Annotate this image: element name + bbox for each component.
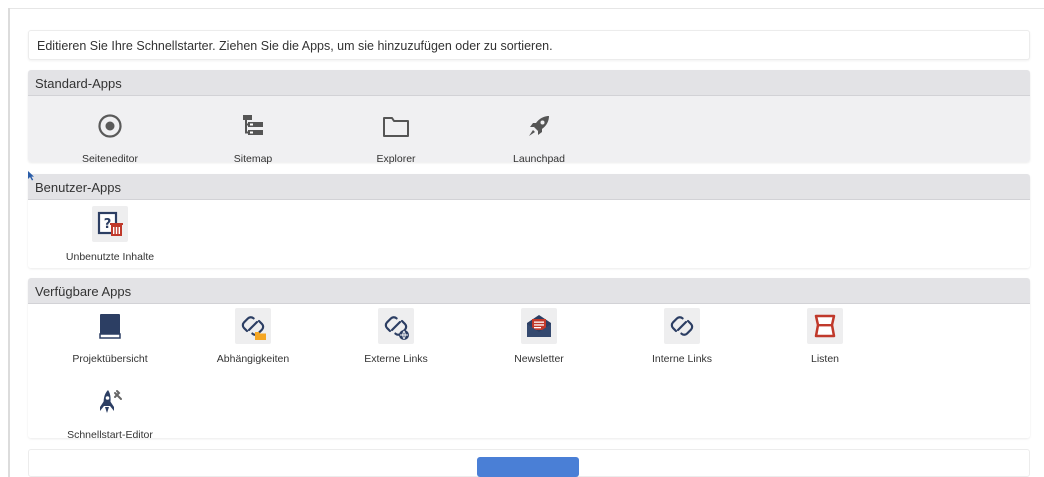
app-label: Sitemap	[233, 153, 273, 165]
app-externe-links[interactable]: Externe Links	[326, 308, 466, 365]
panel-top-border	[8, 8, 1044, 9]
newsletter-icon	[521, 308, 557, 344]
standard-apps-header: Standard-Apps	[28, 70, 1030, 96]
book-icon	[92, 308, 128, 344]
mouse-cursor-icon	[28, 168, 36, 186]
app-label: Newsletter	[514, 353, 564, 365]
user-apps-list: ? Unbenutzte Inhalte	[28, 200, 1030, 268]
rocket-tools-icon	[92, 384, 128, 420]
app-label: Interne Links	[651, 353, 713, 365]
folder-icon	[378, 108, 414, 144]
app-label: Explorer	[376, 153, 416, 165]
app-launchpad[interactable]: Launchpad	[469, 108, 609, 165]
app-label: Launchpad	[513, 153, 565, 165]
link-folder-icon	[235, 308, 271, 344]
link-globe-icon	[378, 308, 414, 344]
app-sitemap[interactable]: Sitemap	[183, 108, 323, 165]
quickstart-editor-panel: Editieren Sie Ihre Schnellstarter. Ziehe…	[0, 0, 1044, 477]
panel-left-border	[8, 8, 10, 477]
app-interne-links[interactable]: Interne Links	[612, 308, 752, 365]
app-listen[interactable]: Listen	[755, 308, 895, 365]
target-icon	[92, 108, 128, 144]
user-apps-section: Benutzer-Apps ? Unbenutzte Inhalte	[28, 174, 1030, 268]
app-label: Unbenutzte Inhalte	[65, 251, 155, 263]
available-apps-section: Verfügbare Apps Projektübersicht Abhängi…	[28, 278, 1030, 441]
user-apps-header: Benutzer-Apps	[28, 174, 1030, 200]
standard-apps-section: Standard-Apps Seiteneditor Sitemap Explo…	[28, 70, 1030, 165]
app-explorer[interactable]: Explorer	[326, 108, 466, 165]
app-label: Seiteneditor	[81, 153, 139, 165]
sitemap-icon	[235, 108, 271, 144]
app-abhaengigkeiten[interactable]: Abhängigkeiten	[183, 308, 323, 365]
app-schnellstart-editor[interactable]: Schnellstart-Editor	[40, 384, 180, 441]
app-projektuebersicht[interactable]: Projektübersicht	[40, 308, 180, 365]
list-icon	[807, 308, 843, 344]
app-label: Schnellstart-Editor	[67, 429, 153, 441]
unused-content-icon: ?	[92, 206, 128, 242]
rocket-icon	[521, 108, 557, 144]
app-label: Projektübersicht	[72, 353, 148, 365]
save-button[interactable]	[477, 457, 579, 477]
app-newsletter[interactable]: Newsletter	[469, 308, 609, 365]
standard-apps-list: Seiteneditor Sitemap Explorer Launchpad	[28, 96, 1030, 165]
app-unbenutzte-inhalte[interactable]: ? Unbenutzte Inhalte	[40, 206, 180, 263]
available-apps-list: Projektübersicht Abhängigkeiten Externe …	[28, 304, 1030, 441]
link-icon	[664, 308, 700, 344]
app-label: Abhängigkeiten	[216, 353, 290, 365]
app-seiteneditor[interactable]: Seiteneditor	[40, 108, 180, 165]
intro-text: Editieren Sie Ihre Schnellstarter. Ziehe…	[28, 30, 1030, 60]
app-label: Listen	[810, 353, 840, 365]
available-apps-header: Verfügbare Apps	[28, 278, 1030, 304]
app-label: Externe Links	[364, 353, 428, 365]
